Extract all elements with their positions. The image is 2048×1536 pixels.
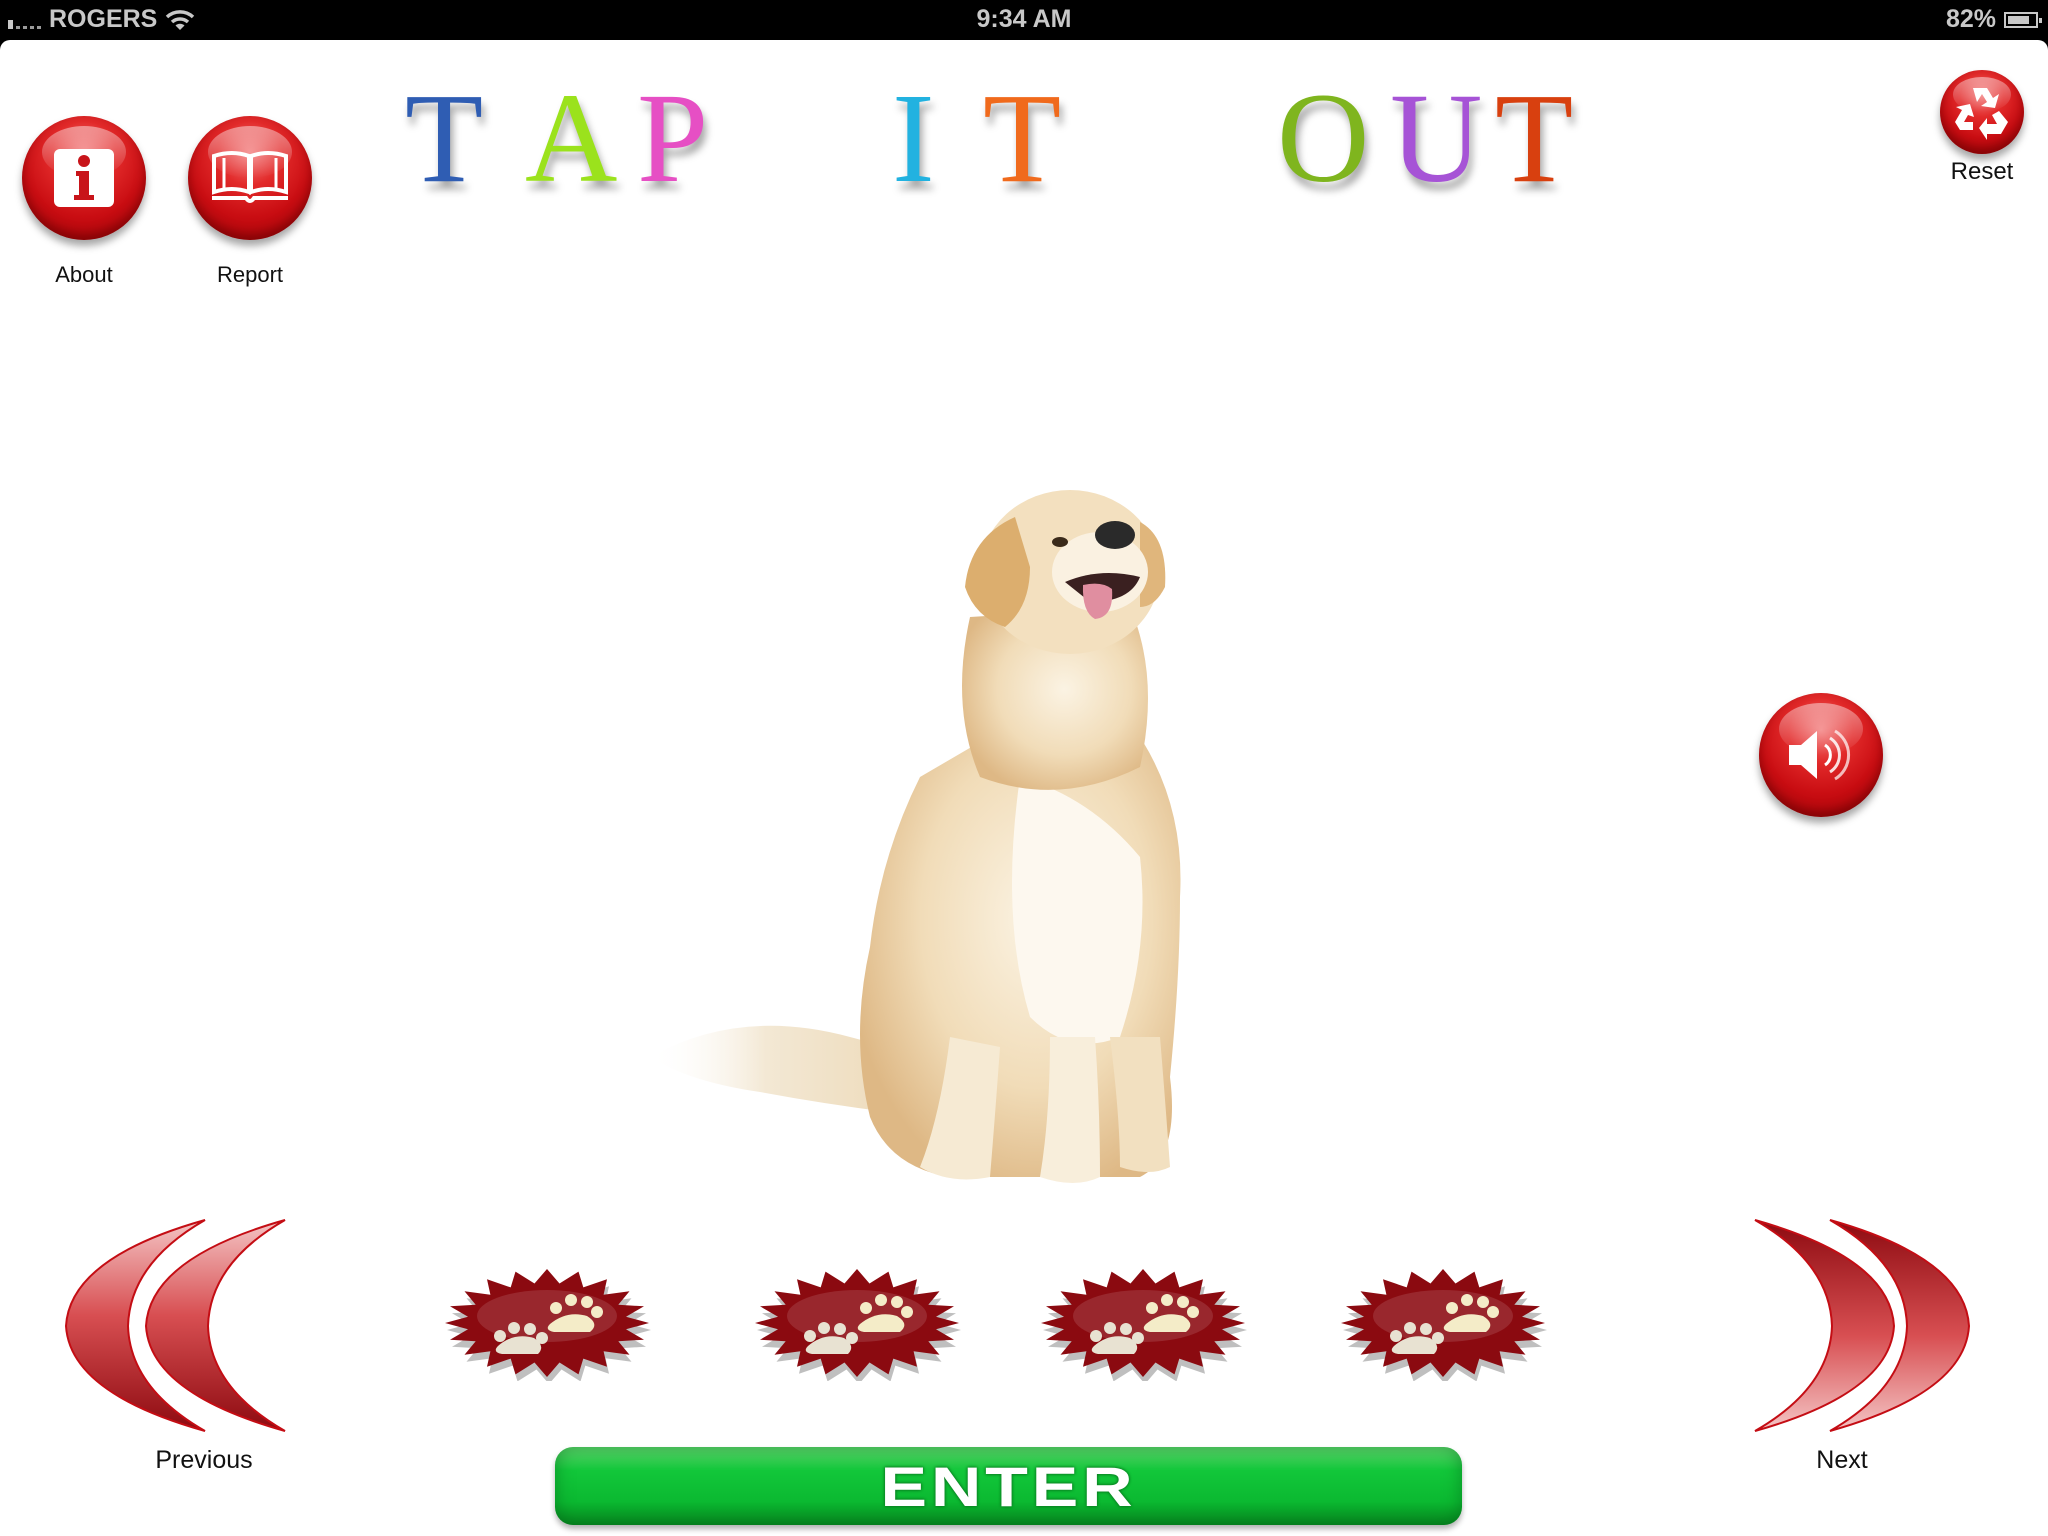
app-title: T A P I T O U T	[405, 67, 1585, 209]
paw-badge-button[interactable]	[1338, 1266, 1548, 1381]
next-label: Next	[1816, 1446, 1868, 1474]
status-right: 82%	[1945, 5, 2042, 34]
paw-badge-icon	[445, 1269, 651, 1381]
previous-button[interactable]	[60, 1218, 300, 1433]
dog-picture[interactable]	[620, 477, 1240, 1197]
reset-label: Reset	[1950, 158, 2014, 185]
title-letter: O	[1277, 67, 1370, 209]
status-bar: ROGERS 9:34 AM 82%	[0, 0, 2048, 40]
recycle-icon	[1955, 88, 2008, 140]
battery-icon	[2004, 11, 2042, 28]
title-letter: I	[892, 67, 935, 209]
enter-button[interactable]: ENTER	[555, 1447, 1462, 1525]
title-letter: U	[1390, 67, 1483, 209]
paw-badge-button[interactable]	[442, 1266, 652, 1381]
battery-percent: 82%	[1945, 5, 1996, 33]
title-letter: T	[983, 67, 1062, 209]
app-screen: About Report T A P I T O U T Reset Previ…	[0, 40, 2048, 1536]
speaker-icon	[1789, 729, 1851, 781]
about-label: About	[55, 262, 113, 287]
paw-badge-icon	[1041, 1269, 1247, 1381]
previous-label: Previous	[155, 1446, 253, 1474]
paw-badge-button[interactable]	[752, 1266, 962, 1381]
info-icon	[54, 149, 114, 207]
paw-badge-icon	[755, 1269, 961, 1381]
title-letter: A	[525, 67, 618, 209]
paw-badge-icon	[1341, 1269, 1547, 1381]
about-button[interactable]	[22, 116, 146, 240]
report-label: Report	[216, 262, 284, 287]
title-letter: P	[637, 67, 709, 209]
clock: 9:34 AM	[976, 5, 1072, 33]
next-button[interactable]	[1740, 1218, 1980, 1433]
double-chevron-right-icon	[1754, 1219, 1971, 1432]
report-button[interactable]	[188, 116, 312, 240]
title-letter: T	[405, 67, 484, 209]
reset-button[interactable]	[1940, 70, 2024, 154]
speaker-button[interactable]	[1759, 693, 1883, 817]
double-chevron-left-icon	[64, 1219, 286, 1432]
enter-label: ENTER	[880, 1454, 1137, 1518]
paw-badge-button[interactable]	[1038, 1266, 1248, 1381]
title-letter: T	[1495, 67, 1574, 209]
book-icon	[212, 151, 288, 203]
